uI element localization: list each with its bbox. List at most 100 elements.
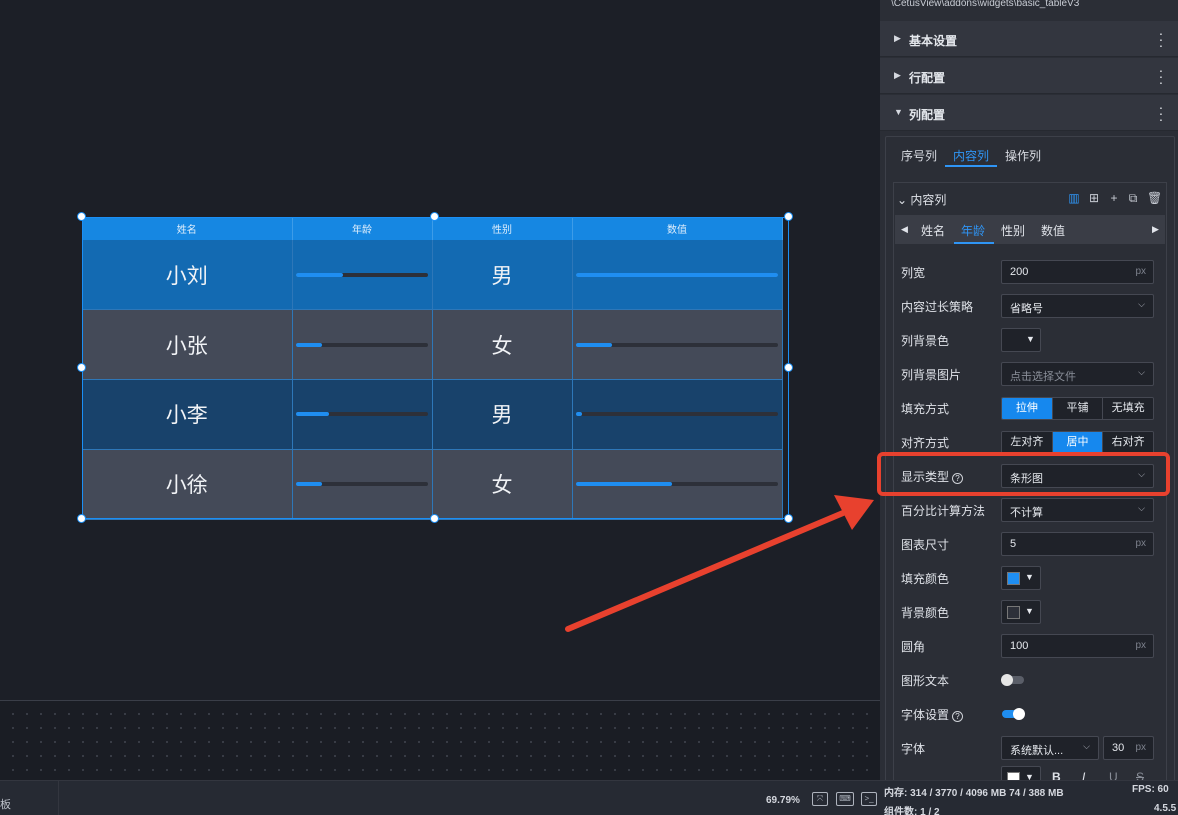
fill-mode-stretch[interactable]: 拉伸 [1002, 398, 1053, 419]
expanded-caret-icon: ▼ [894, 107, 903, 117]
cell-value-bar [572, 309, 783, 380]
more-options-icon[interactable]: · · · [1156, 100, 1166, 126]
zoom-level[interactable]: 69.79% [766, 795, 800, 806]
content-column-header[interactable]: ⌄ 内容列 [897, 191, 946, 208]
more-options-icon[interactable]: · · · [1156, 63, 1166, 89]
width-input[interactable]: 200 px [1001, 260, 1154, 284]
chevron-down-icon: ⌵ [1138, 367, 1145, 377]
column-tab-name[interactable]: 姓名 [921, 222, 945, 239]
bar-track [575, 412, 778, 417]
fill-mode-segmented: 拉伸 平铺 无填充 [1001, 397, 1154, 420]
chart-size-value: 5 [1010, 538, 1017, 550]
fill-color-swatch [1007, 572, 1020, 585]
resize-handle-bm[interactable] [430, 514, 439, 523]
scroll-right-icon[interactable]: ▶ [1152, 224, 1159, 235]
fill-color-picker[interactable]: ▼ [1001, 566, 1041, 590]
cell-age-bar [292, 379, 433, 450]
tab-content-column[interactable]: 内容列 [953, 147, 989, 167]
label-font: 字体 [901, 742, 926, 756]
font-settings-toggle[interactable] [1002, 708, 1025, 720]
copy-icon[interactable]: ⧉ [1127, 192, 1139, 204]
table-row: 小李 男 [82, 379, 783, 450]
section-column-config[interactable]: ▼ 列配置 · · · [880, 95, 1178, 131]
fill-mode-tile[interactable]: 平铺 [1052, 398, 1104, 419]
cell-gender: 男 [432, 240, 573, 311]
background-color-swatch [1007, 606, 1020, 619]
section-label: 行配置 [909, 71, 946, 85]
bar-track [575, 342, 778, 347]
bg-color-picker[interactable]: ▼ [1001, 328, 1041, 352]
cell-name: 小刘 [82, 240, 293, 311]
resize-handle-mr[interactable] [784, 363, 793, 372]
table-row: 小刘 男 [82, 240, 783, 311]
component-count: 组件数: 1 / 2 [884, 807, 940, 815]
scroll-left-icon[interactable]: ◀ [901, 224, 908, 235]
percent-select[interactable]: 不计算 ⌵ [1001, 498, 1154, 522]
chevron-down-icon: ⌵ [1138, 503, 1145, 513]
cell-age-bar [292, 449, 433, 520]
bar-track [575, 272, 778, 277]
layout-grid-icon[interactable]: ⊞ [1088, 192, 1100, 204]
keyboard-icon[interactable]: ⌨ [836, 792, 854, 806]
chevron-down-icon: ⌵ [1138, 299, 1145, 309]
label-align: 对齐方式 [901, 436, 950, 450]
section-row-config[interactable]: ▶ 行配置 · · · [880, 58, 1178, 94]
chart-size-input[interactable]: 5 px [1001, 532, 1154, 556]
column-name-tabs: ◀ 姓名 年龄 性别 数值 ▶ [895, 215, 1165, 244]
align-right[interactable]: 右对齐 [1103, 432, 1153, 453]
tab-action-column[interactable]: 操作列 [1005, 147, 1041, 167]
bar-fill [575, 342, 612, 347]
column-tab-age[interactable]: 年龄 [961, 222, 985, 239]
display-type-text: 显示类型 [901, 470, 950, 484]
shape-text-toggle[interactable] [1001, 674, 1024, 686]
label-font-settings: 字体设置? [901, 706, 964, 723]
font-size-value: 30 [1112, 742, 1125, 754]
column-tab-gender[interactable]: 性别 [1001, 222, 1025, 239]
header-value: 数值 [572, 217, 783, 240]
label-display-type: 显示类型? [901, 468, 964, 485]
resize-handle-tr[interactable] [784, 212, 793, 221]
section-basic-settings[interactable]: ▶ 基本设置 · · · [880, 21, 1178, 57]
widget-path: \CetusView\addons\widgets\basic_tableV3 [891, 0, 1080, 9]
align-left[interactable]: 左对齐 [1002, 432, 1053, 453]
resize-handle-br[interactable] [784, 514, 793, 523]
header-name: 姓名 [82, 217, 293, 240]
dropdown-arrow-icon: ▼ [1025, 572, 1034, 582]
timeline-grid[interactable] [0, 700, 880, 780]
align-center[interactable]: 居中 [1052, 432, 1104, 453]
fit-screen-icon[interactable]: ⤧ [812, 792, 828, 806]
table-row: 小张 女 [82, 309, 783, 380]
layout-column-icon[interactable]: ▥ [1068, 192, 1080, 204]
overflow-select[interactable]: 省略号 ⌵ [1001, 294, 1154, 318]
table-widget[interactable]: 姓名 年龄 性别 数值 小刘 男 小张 女 小李 男 小徐 女 [82, 217, 783, 520]
radius-unit: px [1135, 640, 1146, 651]
tab-index-column[interactable]: 序号列 [901, 147, 937, 167]
resize-handle-tl[interactable] [77, 212, 86, 221]
terminal-icon[interactable]: >_ [861, 792, 877, 806]
resize-handle-ml[interactable] [77, 363, 86, 372]
column-tab-value[interactable]: 数值 [1041, 222, 1065, 239]
background-color-picker[interactable]: ▼ [1001, 600, 1041, 624]
panel-status-bar: 内存: 314 / 3770 / 4096 MB 74 / 388 MB FPS… [880, 780, 1178, 815]
fill-mode-none[interactable]: 无填充 [1103, 398, 1153, 419]
cell-name: 小徐 [82, 449, 293, 520]
radius-input[interactable]: 100 px [1001, 634, 1154, 658]
more-options-icon[interactable]: · · · [1156, 26, 1166, 52]
add-icon[interactable]: + [1108, 192, 1120, 204]
help-icon[interactable]: ? [952, 711, 964, 722]
collapsed-caret-icon: ▶ [894, 33, 901, 43]
label-width: 列宽 [901, 266, 926, 280]
header-gender: 性别 [432, 217, 573, 240]
bg-image-select[interactable]: 点击选择文件 ⌵ [1001, 362, 1154, 386]
font-size-input[interactable]: 30 px [1103, 736, 1154, 760]
resize-handle-bl[interactable] [77, 514, 86, 523]
display-type-select[interactable]: 条形图 ⌵ [1001, 464, 1154, 488]
bar-track [295, 412, 428, 417]
font-family-select[interactable]: 系统默认... ⌵ [1001, 736, 1099, 760]
content-column-title: 内容列 [910, 193, 947, 207]
status-bar: 板 69.79% ⤧ ⌨ >_ [0, 780, 880, 815]
bar-fill [575, 482, 673, 487]
resize-handle-tm[interactable] [430, 212, 439, 221]
help-icon[interactable]: ? [952, 473, 964, 484]
delete-icon[interactable]: 🗑 [1147, 192, 1162, 204]
